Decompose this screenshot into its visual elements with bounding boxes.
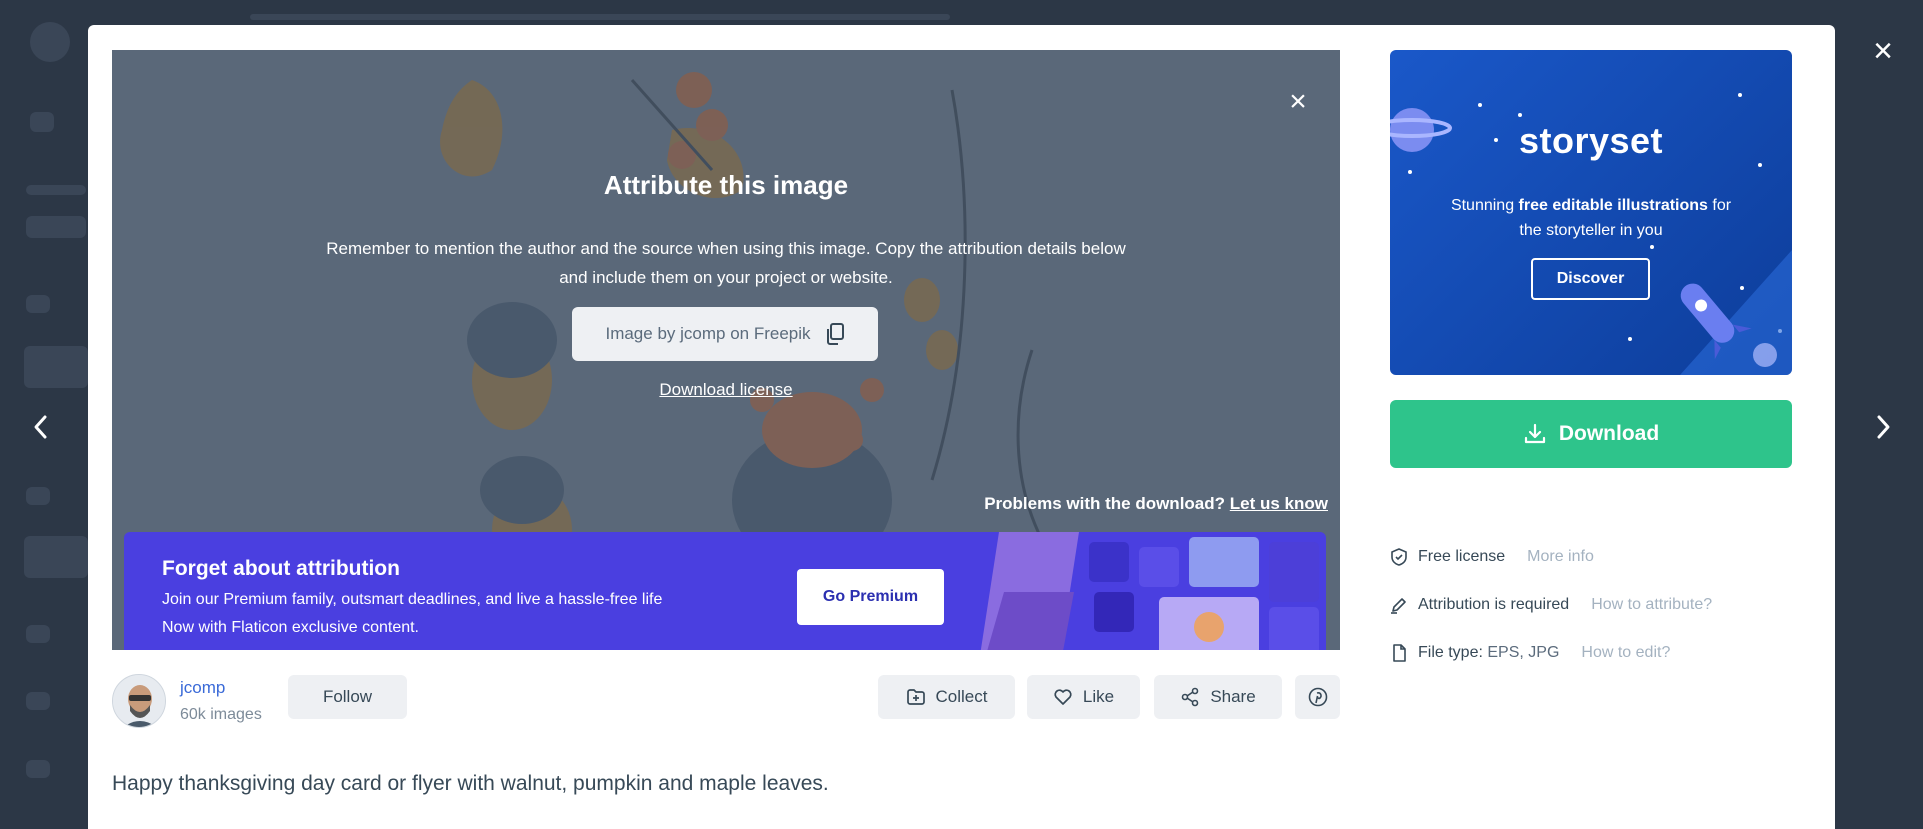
attribution-credit-copy[interactable]: Image by jcomp on Freepik [572, 307, 878, 361]
backdrop-item [26, 295, 50, 313]
like-button[interactable]: Like [1027, 675, 1140, 719]
attribution-credit-text: Image by jcomp on Freepik [605, 324, 811, 343]
follow-button[interactable]: Follow [288, 675, 407, 719]
like-label: Like [1082, 687, 1115, 706]
folder-plus-icon [906, 689, 925, 705]
next-arrow-icon[interactable] [1868, 407, 1898, 447]
heart-icon [1054, 689, 1072, 705]
copy-icon [826, 323, 844, 345]
filetype-label: File type: EPS, JPG [1418, 644, 1559, 662]
pen-icon [1391, 598, 1406, 614]
share-label: Share [1210, 687, 1256, 706]
author-image-count: 60k images [180, 706, 262, 723]
backdrop-logo [30, 22, 70, 62]
go-premium-button[interactable]: Go Premium [797, 569, 944, 625]
backdrop-item [26, 625, 50, 643]
storyset-ad[interactable]: storyset Stunning free editable illustra… [1390, 50, 1792, 375]
backdrop-item [26, 487, 50, 505]
premium-line2: Now with Flaticon exclusive content. [162, 619, 419, 636]
download-button[interactable]: Download [1390, 400, 1792, 468]
attribution-description: Remember to mention the author and the s… [302, 234, 1150, 292]
backdrop-item [30, 112, 54, 132]
attribution-desc-line1: Remember to mention the author and the s… [326, 239, 1126, 258]
backdrop-item [24, 536, 88, 578]
file-icon [1393, 644, 1406, 662]
license-row: Free license More info [1390, 544, 1594, 570]
share-button[interactable]: Share [1154, 675, 1282, 719]
backdrop-item [26, 185, 86, 195]
premium-line1: Join our Premium family, outsmart deadli… [162, 591, 663, 608]
problems-text: Problems with the download? [984, 494, 1226, 513]
download-license-link[interactable]: Download license [112, 380, 1340, 400]
premium-title: Forget about attribution [162, 557, 400, 580]
close-modal-icon[interactable]: × [1868, 34, 1898, 68]
storyset-text-line2: the storyteller in you [1519, 222, 1663, 239]
more-info-link[interactable]: More info [1527, 548, 1594, 566]
close-attribution-icon[interactable]: × [1284, 87, 1312, 117]
let-us-know-link[interactable]: Let us know [1230, 494, 1328, 513]
share-icon [1182, 687, 1199, 707]
how-to-attribute-link[interactable]: How to attribute? [1591, 596, 1712, 614]
pinterest-button[interactable] [1295, 675, 1340, 719]
author-name-link[interactable]: jcomp [180, 678, 225, 698]
attribution-title: Attribute this image [603, 170, 849, 200]
backdrop-item [26, 692, 50, 710]
backdrop-item [26, 216, 86, 238]
discover-button[interactable]: Discover [1531, 258, 1650, 300]
storyset-tagline: Stunning free editable illustrations for… [1430, 193, 1752, 243]
storyset-logo: storyset [1518, 120, 1664, 161]
attribution-required-label: Attribution is required [1418, 596, 1570, 613]
follow-label: Follow [322, 687, 373, 706]
previous-arrow-icon[interactable] [26, 407, 56, 447]
collect-button[interactable]: Collect [878, 675, 1015, 719]
storyset-text-bold: free editable illustrations [1518, 197, 1708, 214]
pinterest-icon [1308, 687, 1327, 707]
storyset-text-post: for [1707, 197, 1732, 214]
attribution-row: Attribution is required How to attribute… [1390, 592, 1712, 618]
image-preview: × Attribute this image Remember to menti… [112, 50, 1340, 650]
download-icon [1524, 423, 1545, 444]
filetype-key: File type: [1418, 644, 1483, 661]
how-to-edit-link[interactable]: How to edit? [1581, 644, 1670, 662]
download-label: Download [1558, 422, 1660, 445]
filetype-row: File type: EPS, JPG How to edit? [1390, 640, 1670, 666]
filetype-value: EPS, JPG [1487, 644, 1560, 661]
backdrop-item [26, 760, 50, 778]
license-label: Free license [1418, 548, 1506, 565]
premium-banner: Forget about attribution Join our Premiu… [124, 532, 1326, 650]
premium-collage-image [980, 532, 1319, 650]
backdrop-bar [250, 14, 950, 20]
collect-label: Collect [935, 687, 988, 706]
author-avatar-image [113, 675, 165, 727]
author-avatar[interactable] [112, 674, 166, 728]
attribution-desc-line2: and include them on your project or webs… [559, 268, 893, 287]
backdrop-item [24, 346, 88, 388]
image-detail-modal: × Attribute this image Remember to menti… [88, 25, 1835, 829]
storyset-text-pre: Stunning [1450, 197, 1519, 214]
image-description: Happy thanksgiving day card or flyer wit… [112, 772, 829, 795]
shield-check-icon [1391, 548, 1407, 566]
problems-note: Problems with the download? Let us know [984, 494, 1328, 514]
